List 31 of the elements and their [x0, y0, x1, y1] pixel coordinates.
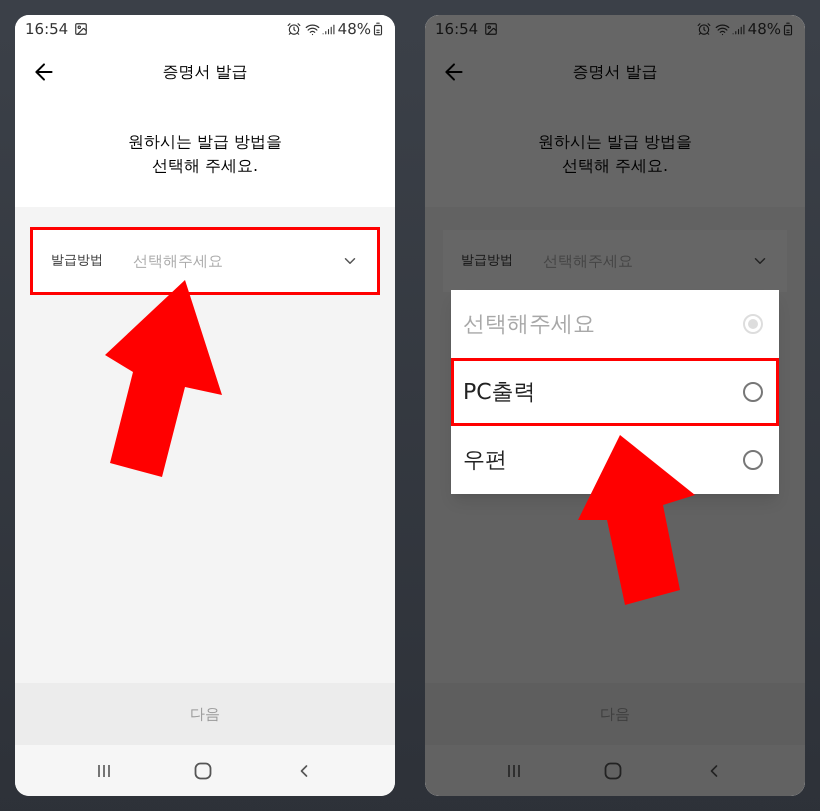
alarm-icon: [696, 22, 711, 36]
radio-button[interactable]: [743, 450, 763, 470]
page-title: 증명서 발급: [162, 60, 248, 82]
status-time: 16:54: [25, 18, 68, 40]
wifi-icon: [304, 22, 320, 36]
field-placeholder: 선택해주세요: [133, 250, 224, 272]
wifi-icon: [714, 22, 730, 36]
option-label: PC출력: [463, 378, 537, 406]
battery-level: 48%: [338, 18, 371, 40]
option-item[interactable]: PC출력: [451, 358, 779, 426]
alarm-icon: [286, 22, 301, 36]
option-item[interactable]: 우편: [451, 426, 779, 494]
issue-method-dropdown[interactable]: 발급방법 선택해주세요: [33, 230, 377, 292]
next-button[interactable]: 다음: [15, 683, 395, 745]
gallery-icon: [484, 22, 498, 36]
signal-icon: [322, 22, 335, 36]
instruction-text: 원하시는 발급 방법을 선택해 주세요.: [538, 130, 692, 176]
radio-button[interactable]: [743, 382, 763, 402]
battery-level: 48%: [748, 18, 781, 40]
option-label: 선택해주세요: [463, 310, 596, 338]
status-time: 16:54: [435, 18, 478, 40]
field-label: 발급방법: [461, 252, 514, 270]
recent-apps-icon[interactable]: [96, 762, 112, 778]
battery-icon: [781, 22, 795, 36]
battery-icon: [371, 22, 385, 36]
gallery-icon: [74, 22, 88, 36]
page-title: 증명서 발급: [572, 60, 658, 82]
option-label: 우편: [463, 446, 508, 474]
instruction-text: 원하시는 발급 방법을 선택해 주세요.: [128, 130, 282, 176]
field-label: 발급방법: [51, 252, 104, 270]
home-icon[interactable]: [194, 762, 212, 780]
